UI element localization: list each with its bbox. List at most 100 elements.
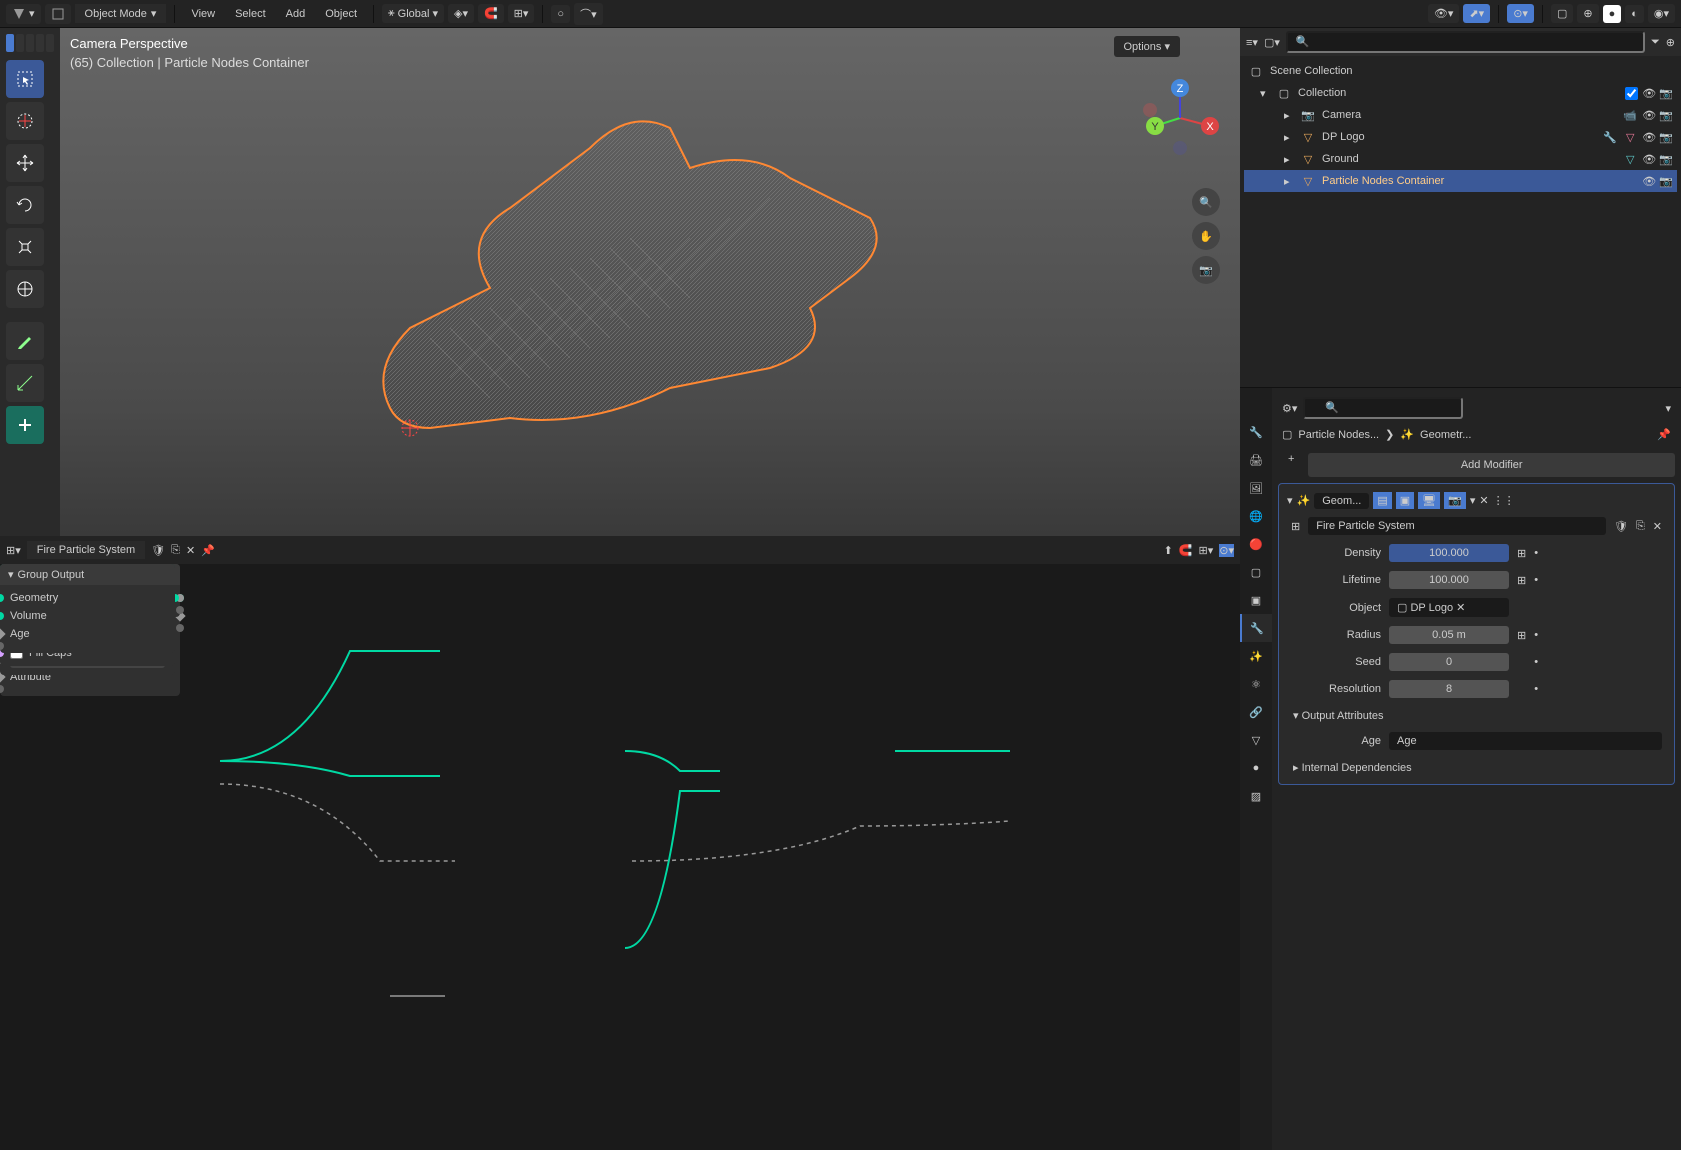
measure-tool[interactable]	[6, 364, 44, 402]
outliner-item-camera[interactable]: ▸📷Camera 📹 👁 📷	[1244, 104, 1677, 126]
menu-select[interactable]: Select	[227, 5, 274, 23]
mod-menu-icon[interactable]: ⋮⋮	[1493, 494, 1515, 507]
wireframe-icon[interactable]: ⊕	[1577, 4, 1598, 23]
camera-view-icon[interactable]: 📷	[1192, 256, 1220, 284]
add-modifier-button[interactable]: Add Modifier	[1308, 453, 1675, 477]
parent-icon[interactable]: ⬆	[1164, 544, 1173, 557]
object-field[interactable]: ▢ DP Logo ✕	[1389, 598, 1509, 617]
tab-collection[interactable]: ▢	[1240, 558, 1272, 586]
cursor-tool[interactable]	[6, 102, 44, 140]
transform-tool[interactable]	[6, 270, 44, 308]
select-sub-icon[interactable]	[26, 34, 34, 52]
select-extend-icon[interactable]	[16, 34, 24, 52]
tab-render[interactable]: 🔧	[1240, 418, 1272, 446]
scene-collection[interactable]: ▢Scene Collection	[1244, 60, 1677, 82]
pin-icon[interactable]: 📌	[201, 544, 215, 557]
matprev-icon[interactable]: ◐	[1625, 5, 1644, 23]
mode-selector[interactable]: Object Mode ▾	[75, 4, 167, 23]
resolution-field[interactable]: 8	[1389, 680, 1509, 698]
visibility-icon[interactable]: 👁▾	[1428, 4, 1460, 23]
tab-scene[interactable]: 🌐	[1240, 502, 1272, 530]
node-editor-type-icon[interactable]: ⊞▾	[6, 544, 21, 557]
menu-add[interactable]: Add	[278, 5, 314, 23]
unlink-icon[interactable]: ✕	[186, 544, 195, 557]
tab-modifiers[interactable]: 🔧	[1240, 614, 1272, 642]
outliner-item-particle-nodes[interactable]: ▸▽Particle Nodes Container 👁 📷	[1244, 170, 1677, 192]
tab-output[interactable]: 🖨	[1240, 446, 1272, 474]
select-intersect-icon[interactable]	[46, 34, 54, 52]
lifetime-field[interactable]: 100.000	[1389, 571, 1509, 589]
select-box-icon[interactable]	[6, 34, 14, 52]
breadcrumb[interactable]: ▢Particle Nodes...❯ ✨Geometr... 📌	[1278, 422, 1675, 447]
collection-enabled[interactable]	[1625, 87, 1638, 100]
navigation-gizmo[interactable]: X Y Z	[1140, 78, 1220, 158]
mod-render-icon[interactable]: 📷	[1444, 492, 1466, 509]
options-button[interactable]: Options ▾	[1114, 36, 1181, 57]
tab-data[interactable]: ▽	[1240, 726, 1272, 754]
tab-view[interactable]: 🖼	[1240, 474, 1272, 502]
shield-icon[interactable]: 🛡	[1614, 520, 1628, 533]
orientation-selector[interactable]: ⚹ Global ▾	[382, 4, 444, 23]
mod-extras-icon[interactable]: ▾	[1470, 494, 1476, 507]
shield-icon[interactable]: 🛡	[151, 544, 165, 557]
tab-physics[interactable]: ⚛	[1240, 670, 1272, 698]
add-tool[interactable]	[6, 406, 44, 444]
age-field[interactable]: Age	[1389, 732, 1662, 750]
zoom-icon[interactable]: 🔍	[1192, 188, 1220, 216]
editor-type-icon[interactable]: ▾	[6, 4, 41, 24]
mode-icon[interactable]	[45, 4, 71, 24]
tab-texture[interactable]: ▨	[1240, 782, 1272, 810]
seed-field[interactable]: 0	[1389, 653, 1509, 671]
pan-icon[interactable]: ✋	[1192, 222, 1220, 250]
node-editor[interactable]: ⊞▾ Fire Particle System 🛡 ⎘ ✕ 📌 ⬆ 🧲 ⊞▾ ⊙…	[0, 536, 1240, 1150]
unlink-small-icon[interactable]: ✕	[1653, 520, 1662, 533]
modifier-name[interactable]: Geom...	[1314, 493, 1369, 509]
outliner-mode-icon[interactable]: ≡▾	[1246, 36, 1258, 49]
collection[interactable]: ▾▢Collection 👁 📷	[1244, 82, 1677, 104]
tab-world[interactable]: 🔴	[1240, 530, 1272, 558]
fake-user-icon[interactable]: ⎘	[171, 544, 180, 557]
tab-material[interactable]: ●	[1240, 754, 1272, 782]
output-attributes-section[interactable]: ▾ Output Attributes	[1285, 705, 1668, 726]
snap-node-type-icon[interactable]: ⊞▾	[1199, 544, 1214, 557]
prop-expand-icon[interactable]: ▾	[1665, 402, 1671, 415]
menu-object[interactable]: Object	[317, 5, 365, 23]
select-tool[interactable]	[6, 60, 44, 98]
node-group-selector[interactable]: Fire Particle System	[1308, 517, 1606, 535]
radius-field[interactable]: 0.05 m	[1389, 626, 1509, 644]
rotate-tool[interactable]	[6, 186, 44, 224]
xray-icon[interactable]: ▢	[1551, 4, 1573, 23]
pivot-icon[interactable]: ◈▾	[448, 4, 474, 23]
tab-object[interactable]: ▣	[1240, 586, 1272, 614]
solid-shading-icon[interactable]: ●	[1603, 5, 1622, 23]
tab-constraints[interactable]: 🔗	[1240, 698, 1272, 726]
rendered-icon[interactable]: ◉▾	[1648, 4, 1675, 23]
node-tree-name[interactable]: Fire Particle System	[27, 541, 145, 559]
annotate-tool[interactable]	[6, 322, 44, 360]
tab-particles[interactable]: ✨	[1240, 642, 1272, 670]
select-invert-icon[interactable]	[36, 34, 44, 52]
snap-node-icon[interactable]: 🧲	[1179, 544, 1193, 557]
snap-type-icon[interactable]: ⊞▾	[508, 4, 535, 23]
properties-search[interactable]	[1303, 397, 1463, 419]
overlay-node-icon[interactable]: ⊙▾	[1219, 544, 1234, 557]
mod-viewport-icon[interactable]: 🖥	[1418, 492, 1440, 509]
gizmo-toggle-icon[interactable]: ⬈▾	[1463, 4, 1490, 23]
density-field[interactable]: 100.000	[1389, 544, 1509, 562]
mod-close-icon[interactable]: ✕	[1479, 494, 1488, 507]
prop-options-icon[interactable]: ⚙▾	[1282, 402, 1297, 415]
scale-tool[interactable]	[6, 228, 44, 266]
node-group-output[interactable]: ▾Group Output Geometry Volume Age	[0, 564, 175, 653]
proportional-icon[interactable]: ○	[551, 5, 570, 23]
move-tool[interactable]	[6, 144, 44, 182]
mod-editmode-icon[interactable]: ▣	[1396, 492, 1414, 509]
internal-deps-section[interactable]: ▸ Internal Dependencies	[1285, 757, 1668, 778]
snap-icon[interactable]: 🧲	[478, 4, 504, 23]
outliner-display-icon[interactable]: ▢▾	[1264, 36, 1280, 49]
outliner-item-dp-logo[interactable]: ▸▽DP Logo 🔧▽ 👁 📷	[1244, 126, 1677, 148]
filter-icon[interactable]: ⏷	[1651, 36, 1660, 49]
falloff-icon[interactable]: ⌒▾	[574, 3, 603, 25]
mod-realtime-icon[interactable]: ▤	[1373, 492, 1391, 509]
add-icon[interactable]: +	[1278, 447, 1304, 483]
overlay-toggle-icon[interactable]: ⊙▾	[1507, 4, 1534, 23]
